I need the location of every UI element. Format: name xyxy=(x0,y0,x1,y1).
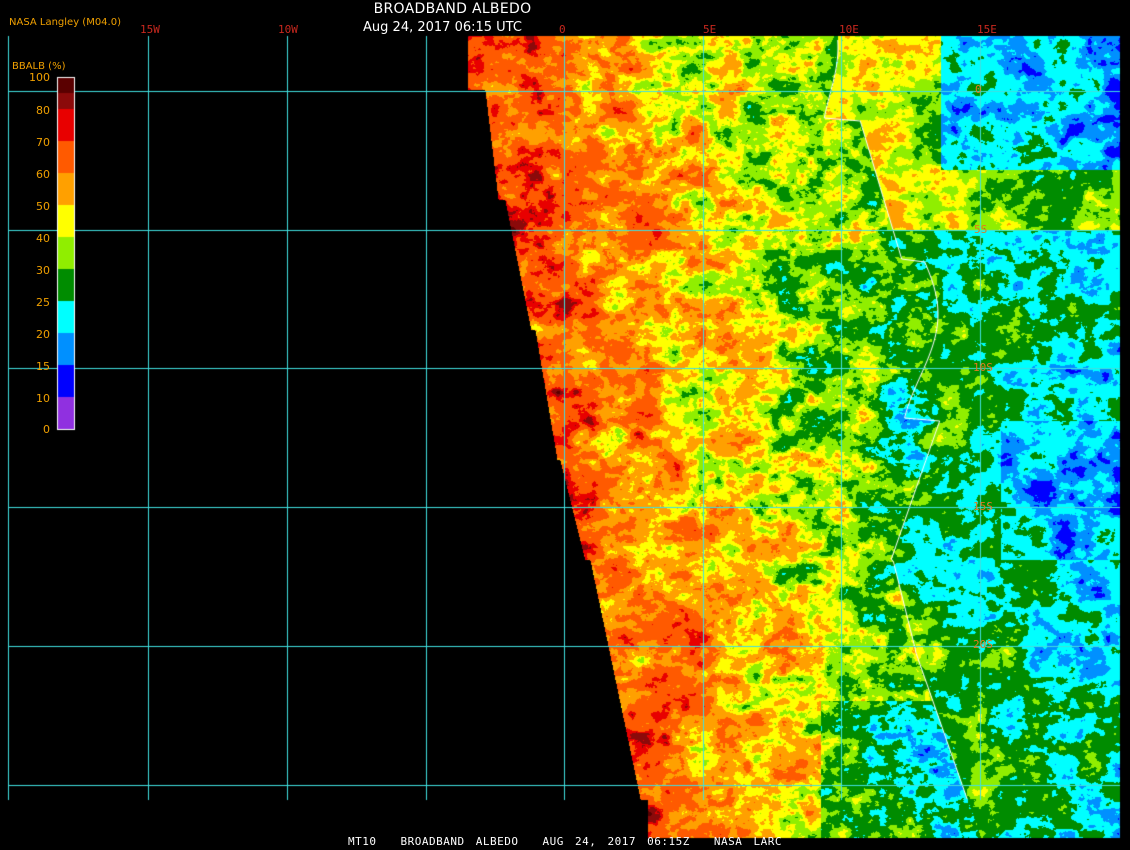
lat-label: 5S xyxy=(974,223,988,236)
legend-tick: 100 xyxy=(29,71,50,84)
lon-label: 5E xyxy=(703,23,717,36)
image-title: BROADBAND ALBEDO xyxy=(373,1,532,17)
lat-label: 20S xyxy=(973,638,993,651)
lat-label: 15S xyxy=(973,500,993,513)
image-timestamp: Aug 24, 2017 06:15 UTC xyxy=(363,20,522,35)
lat-label: 10S xyxy=(973,361,993,374)
legend-tick: 25 xyxy=(36,296,50,309)
lon-label: 15W xyxy=(140,23,160,36)
footer-date: AUG 24, 2017 06:15Z xyxy=(542,835,690,848)
legend-tick: 40 xyxy=(36,232,50,245)
lon-label: 10E xyxy=(839,23,859,36)
lat-label: 0 xyxy=(975,83,982,96)
legend-tick: 70 xyxy=(36,136,50,149)
legend-tick: 50 xyxy=(36,200,50,213)
legend-tick: 15 xyxy=(36,360,50,373)
legend-tick: 60 xyxy=(36,168,50,181)
legend-tick: 20 xyxy=(36,328,50,341)
lon-label: 0 xyxy=(559,23,566,36)
footer-product: MT10 xyxy=(348,835,377,848)
lon-label: 15E xyxy=(977,23,997,36)
albedo-image xyxy=(0,0,1130,850)
footer-name: BROADBAND ALBEDO xyxy=(400,835,519,848)
footer-caption: MT10 BROADBAND ALBEDO AUG 24, 2017 06:15Z N… xyxy=(0,835,1130,848)
lon-label: 10W xyxy=(278,23,298,36)
legend-tick: 30 xyxy=(36,264,50,277)
footer-source: NASA LARC xyxy=(713,835,782,848)
legend-tick: 10 xyxy=(36,392,50,405)
legend-tick: 0 xyxy=(43,423,50,436)
legend-tick: 80 xyxy=(36,104,50,117)
